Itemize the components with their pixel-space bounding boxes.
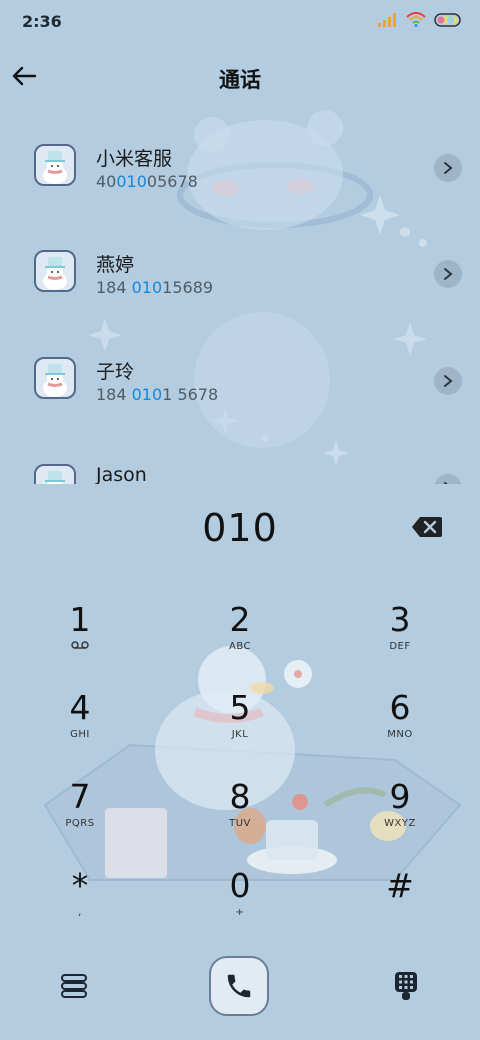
key-7[interactable]: 7 PQRS — [20, 777, 140, 857]
status-bar: 2:36 — [0, 0, 480, 44]
key-9[interactable]: 9 WXYZ — [340, 777, 460, 857]
contact-name: 燕婷 — [96, 254, 135, 276]
key-2[interactable]: 2 ABC — [180, 600, 300, 680]
call-button[interactable] — [209, 956, 269, 1016]
contact-list: 小米客服 4001005678 燕婷 184 01015689 子玲 184 0… — [0, 110, 480, 484]
key-digit: * — [71, 866, 89, 905]
key-8[interactable]: 8 TUV — [180, 777, 300, 857]
contact-row[interactable]: 燕婷 184 01015689 — [0, 216, 480, 306]
snowman-avatar-icon — [43, 257, 67, 290]
bottom-bar — [0, 950, 480, 1026]
dial-input[interactable]: 010 — [0, 484, 480, 572]
key-sub — [340, 906, 460, 920]
contact-number: 184 01015689 — [96, 278, 214, 297]
contact-detail-button[interactable] — [434, 474, 462, 484]
contact-row[interactable]: 小米客服 4001005678 — [0, 110, 480, 200]
snowman-avatar-icon — [43, 151, 67, 184]
key-digit: 4 — [69, 688, 91, 727]
wifi-icon — [406, 12, 426, 27]
voicemail-icon — [71, 641, 89, 649]
menu-button[interactable] — [56, 968, 92, 1004]
contact-row[interactable]: 子玲 184 0101 5678 — [0, 323, 480, 413]
key-1[interactable]: 1 — [20, 600, 140, 680]
key-sub: DEF — [389, 641, 411, 652]
contact-name: 子玲 — [96, 361, 135, 383]
key-digit: 3 — [389, 600, 411, 639]
key-3[interactable]: 3 DEF — [340, 600, 460, 680]
status-time: 2:36 — [22, 12, 62, 31]
page-title: 通话 — [219, 68, 261, 92]
key-sub: WXYZ — [384, 818, 416, 829]
backspace-icon — [412, 517, 442, 537]
dialpad-icon — [395, 972, 417, 1000]
avatar — [34, 357, 76, 399]
key-star[interactable]: * , — [20, 866, 140, 946]
contact-detail-button[interactable] — [434, 154, 462, 182]
key-digit: 8 — [229, 777, 251, 816]
battery-icon — [434, 12, 461, 27]
contact-row[interactable]: Jason — [0, 430, 480, 484]
contact-name: 小米客服 — [96, 148, 173, 170]
key-digit: 0 — [229, 866, 251, 905]
key-digit: 1 — [69, 600, 91, 639]
key-sub — [20, 640, 140, 654]
key-sub: TUV — [229, 818, 251, 829]
key-sub: , — [78, 907, 82, 918]
snowman-avatar-icon — [43, 364, 67, 397]
menu-icon — [61, 974, 87, 998]
key-sub: MNO — [387, 729, 413, 740]
contact-number: 4001005678 — [96, 172, 198, 191]
contact-number: 184 0101 5678 — [96, 385, 219, 404]
key-4[interactable]: 4 GHI — [20, 688, 140, 768]
key-6[interactable]: 6 MNO — [340, 688, 460, 768]
chevron-right-icon — [444, 268, 453, 280]
key-digit: # — [386, 866, 414, 905]
key-digit: 5 — [229, 688, 251, 727]
signal-bars-icon — [378, 12, 396, 27]
key-sub: ABC — [228, 641, 251, 652]
avatar — [34, 144, 76, 186]
key-sub: JKL — [231, 729, 249, 740]
key-digit: 9 — [389, 777, 411, 816]
contact-detail-button[interactable] — [434, 367, 462, 395]
contact-name: Jason — [96, 464, 147, 484]
chevron-right-icon — [444, 375, 453, 387]
avatar — [34, 250, 76, 292]
backspace-button[interactable] — [406, 512, 448, 542]
key-digit: 2 — [229, 600, 251, 639]
avatar — [34, 464, 76, 484]
snowman-avatar-icon — [45, 471, 65, 484]
phone-icon — [227, 974, 251, 998]
key-sub: + — [235, 907, 245, 918]
header: 通话 — [0, 50, 480, 110]
dialpad-toggle-button[interactable] — [388, 968, 424, 1004]
key-sub: GHI — [70, 729, 90, 740]
key-sub: PQRS — [65, 818, 95, 829]
key-5[interactable]: 5 JKL — [180, 688, 300, 768]
key-digit: 7 — [69, 777, 91, 816]
key-0[interactable]: 0 + — [180, 866, 300, 946]
key-digit: 6 — [389, 688, 411, 727]
contact-detail-button[interactable] — [434, 260, 462, 288]
chevron-right-icon — [444, 162, 453, 174]
status-icons — [378, 12, 462, 27]
key-hash[interactable]: # — [340, 866, 460, 946]
